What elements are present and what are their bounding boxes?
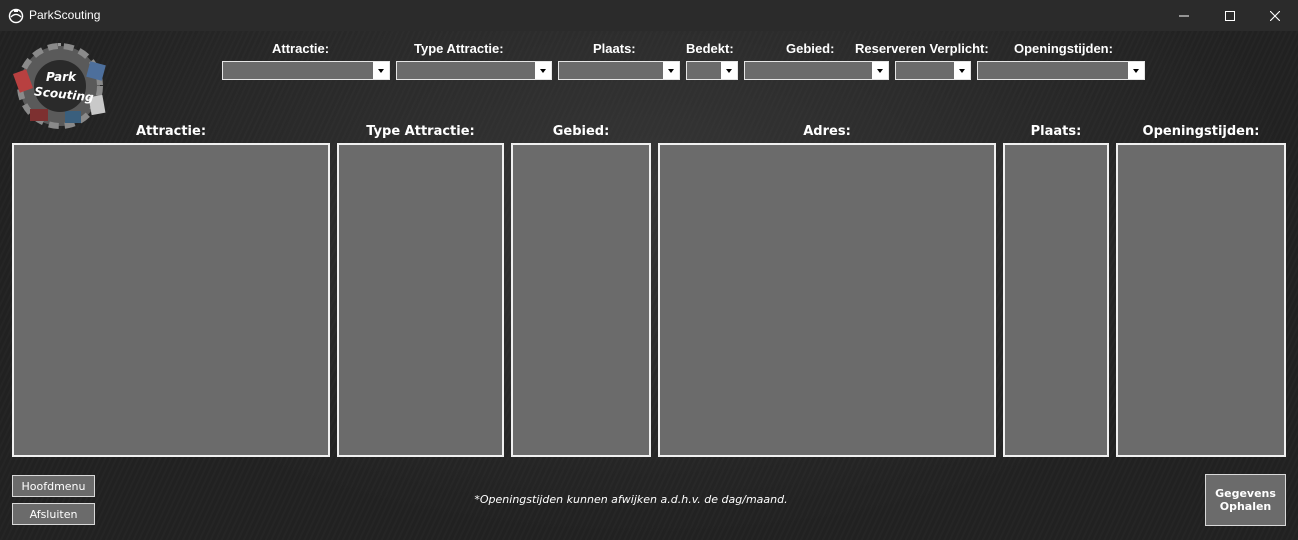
- minimize-button[interactable]: [1161, 0, 1207, 31]
- filter-label-gebied: Gebied:: [786, 41, 835, 56]
- filter-label-bedekt: Bedekt:: [686, 41, 734, 56]
- listbox-plaats[interactable]: [1003, 143, 1109, 457]
- filter-label-reserveren-verplicht: Reserveren Verplicht:: [855, 41, 989, 56]
- maximize-icon: [1225, 10, 1235, 21]
- column-label-adres: Adres:: [803, 124, 851, 139]
- column-label-gebied: Gebied:: [552, 124, 610, 139]
- main-content: Park Scouting Attractie: Type Attractie:…: [0, 31, 1298, 540]
- filter-select-gebied[interactable]: [744, 61, 889, 80]
- minimize-icon: [1179, 15, 1189, 16]
- filter-label-type-attractie: Type Attractie:: [414, 41, 504, 56]
- filter-label-plaats: Plaats:: [593, 41, 636, 56]
- listbox-attractie[interactable]: [12, 143, 330, 457]
- gegevens-ophalen-label-line1: Gegevens: [1215, 487, 1276, 500]
- chevron-down-icon[interactable]: [954, 62, 970, 79]
- chevron-down-icon[interactable]: [721, 62, 737, 79]
- title-bar: ParkScouting: [0, 0, 1298, 31]
- listbox-openingstijden[interactable]: [1116, 143, 1286, 457]
- listbox-type-attractie[interactable]: [337, 143, 504, 457]
- column-label-plaats: Plaats:: [1030, 124, 1082, 139]
- filter-select-type-attractie[interactable]: [396, 61, 552, 80]
- close-icon: [1270, 10, 1280, 21]
- chevron-down-icon[interactable]: [663, 62, 679, 79]
- park-scouting-logo: Park Scouting: [13, 43, 106, 129]
- app-icon: [8, 8, 24, 24]
- gegevens-ophalen-button[interactable]: Gegevens Ophalen: [1205, 474, 1286, 526]
- gegevens-ophalen-label-line2: Ophalen: [1219, 500, 1272, 513]
- chevron-down-icon[interactable]: [1128, 62, 1144, 79]
- filter-label-openingstijden: Openingstijden:: [1014, 41, 1113, 56]
- chevron-down-icon[interactable]: [872, 62, 888, 79]
- afsluiten-button[interactable]: Afsluiten: [12, 503, 95, 525]
- filter-select-openingstijden[interactable]: [977, 61, 1145, 80]
- filter-select-attractie[interactable]: [222, 61, 390, 80]
- close-button[interactable]: [1252, 0, 1298, 31]
- column-label-attractie: Attractie:: [135, 124, 207, 139]
- opening-hours-note: *Openingstijden kunnen afwijken a.d.h.v.…: [474, 493, 788, 506]
- chevron-down-icon[interactable]: [373, 62, 389, 79]
- chevron-down-icon[interactable]: [535, 62, 551, 79]
- window-title: ParkScouting: [29, 8, 101, 22]
- listbox-gebied[interactable]: [511, 143, 651, 457]
- filter-select-reserveren-verplicht[interactable]: [895, 61, 971, 80]
- logo-text-park: Park: [46, 70, 77, 84]
- filter-select-bedekt[interactable]: [686, 61, 738, 80]
- column-label-type-attractie: Type Attractie:: [366, 124, 475, 139]
- filter-select-plaats[interactable]: [558, 61, 680, 80]
- filter-label-attractie: Attractie:: [272, 41, 330, 56]
- column-label-openingstijden: Openingstijden:: [1142, 124, 1260, 139]
- maximize-button[interactable]: [1207, 0, 1253, 31]
- listbox-adres[interactable]: [658, 143, 996, 457]
